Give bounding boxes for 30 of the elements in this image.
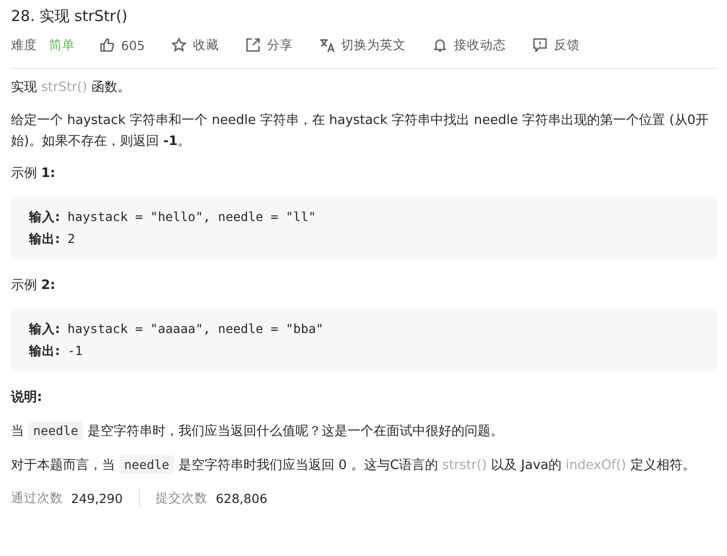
translate-icon (318, 37, 335, 53)
code-line: 输出: 2 (29, 230, 76, 248)
paragraph: 对于本题而言，当 needle 是空字符串时我们应当返回 0 。这与C语言的 strstr() 以及 Java的 indexOf() 定义相符。 (11, 454, 696, 476)
code-line: 输入: haystack = "aaaaa", needle = "bba" (29, 320, 324, 338)
bell-icon (432, 37, 448, 53)
feedback-button[interactable]: 反馈 (532, 36, 580, 54)
stat-value: 628,806 (216, 490, 268, 506)
problem-title: 28. 实现 strStr() (11, 6, 129, 27)
star-icon (170, 37, 187, 53)
star-button[interactable]: 收藏 (170, 36, 219, 54)
code-line: 输出: -1 (29, 342, 84, 360)
stat-label: 通过次数 (11, 490, 63, 506)
paragraph: 实现 strStr() 函数。 (11, 79, 132, 97)
bell-button[interactable]: 接收动态 (432, 36, 506, 54)
thumbs-up-icon (99, 37, 115, 53)
feedback-icon (532, 37, 548, 53)
stat-value: 249,290 (71, 490, 123, 506)
code-line: 输入: haystack = "hello", needle = "ll" (29, 208, 317, 226)
paragraph: 当 needle 是空字符串时，我们应当返回什么值呢？这是一个在面试中很好的问题。 (11, 420, 504, 442)
paragraph: 给定一个 haystack 字符串和一个 needle 字符串，在 haystack 字符串中找出 needle 字符串出现的第一个位置 (从0开始)。如果不存在，则返回 -1。 (11, 112, 710, 151)
section-heading: 说明: (11, 389, 44, 406)
section-heading: 示例 1: (11, 165, 56, 182)
section-heading: 示例 2: (11, 277, 56, 294)
difficulty-label: 难度 (11, 36, 37, 54)
difficulty-tag: 简单 (49, 36, 75, 54)
translate-button[interactable]: 切换为英文 (318, 36, 406, 54)
share-icon (244, 37, 261, 53)
stat-label: 提交次数 (156, 490, 208, 506)
share-button[interactable]: 分享 (244, 36, 293, 54)
like-button[interactable]: 605 (99, 37, 145, 53)
